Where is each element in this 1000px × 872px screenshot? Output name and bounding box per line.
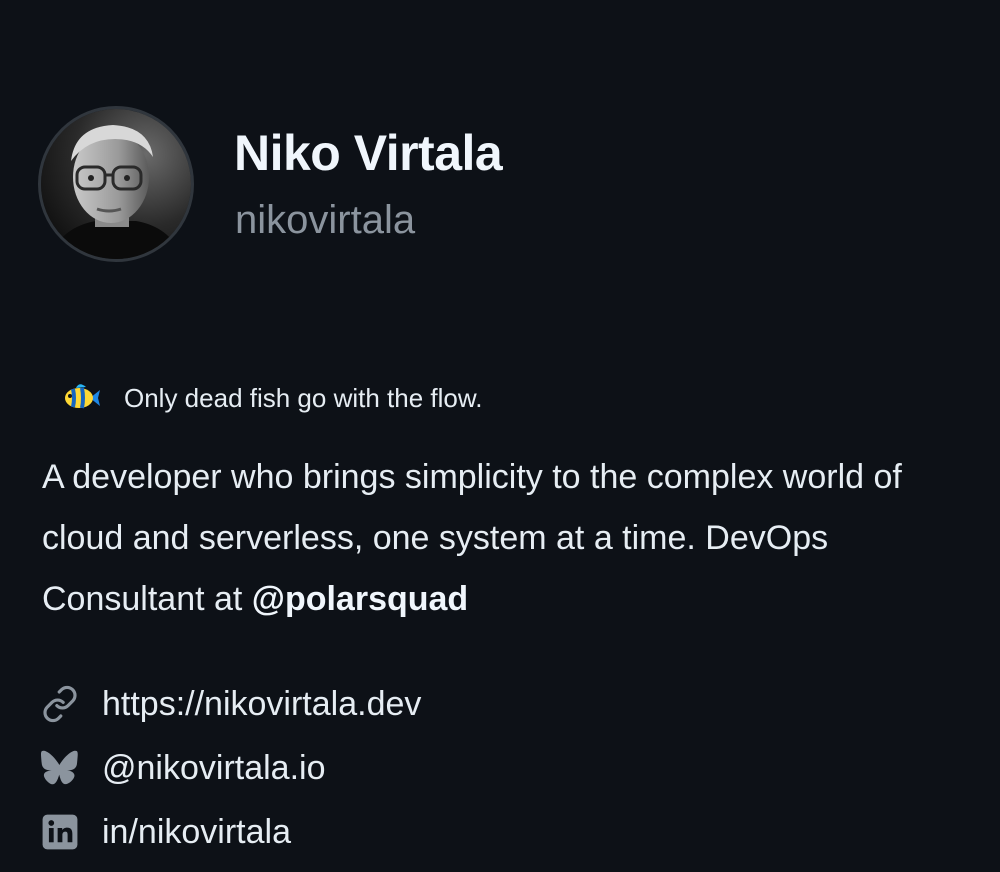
bluesky-icon (40, 748, 80, 788)
avatar-photo (41, 109, 191, 259)
link-icon (40, 684, 80, 724)
avatar[interactable] (38, 106, 194, 262)
polarsquad-mention-link[interactable]: @polarsquad (252, 580, 468, 618)
profile-username: nikovirtala (235, 198, 416, 242)
link-website[interactable]: https://nikovirtala.dev (40, 672, 421, 736)
link-bluesky[interactable]: @nikovirtala.io (40, 736, 421, 800)
bio-text: A developer who brings simplicity to the… (42, 458, 902, 618)
linkedin-link[interactable]: in/nikovirtala (102, 813, 291, 852)
website-link[interactable]: https://nikovirtala.dev (102, 685, 421, 724)
profile-links: https://nikovirtala.dev @nikovirtala.io … (40, 672, 421, 864)
status[interactable]: Only dead fish go with the flow. (62, 378, 482, 418)
profile-name: Niko Virtala (234, 125, 503, 181)
tropical-fish-icon (62, 378, 102, 418)
status-text: Only dead fish go with the flow. (124, 382, 483, 413)
link-linkedin[interactable]: in/nikovirtala (40, 800, 421, 864)
bluesky-link[interactable]: @nikovirtala.io (102, 749, 326, 788)
linkedin-icon (40, 812, 80, 852)
bio: A developer who brings simplicity to the… (42, 447, 972, 630)
